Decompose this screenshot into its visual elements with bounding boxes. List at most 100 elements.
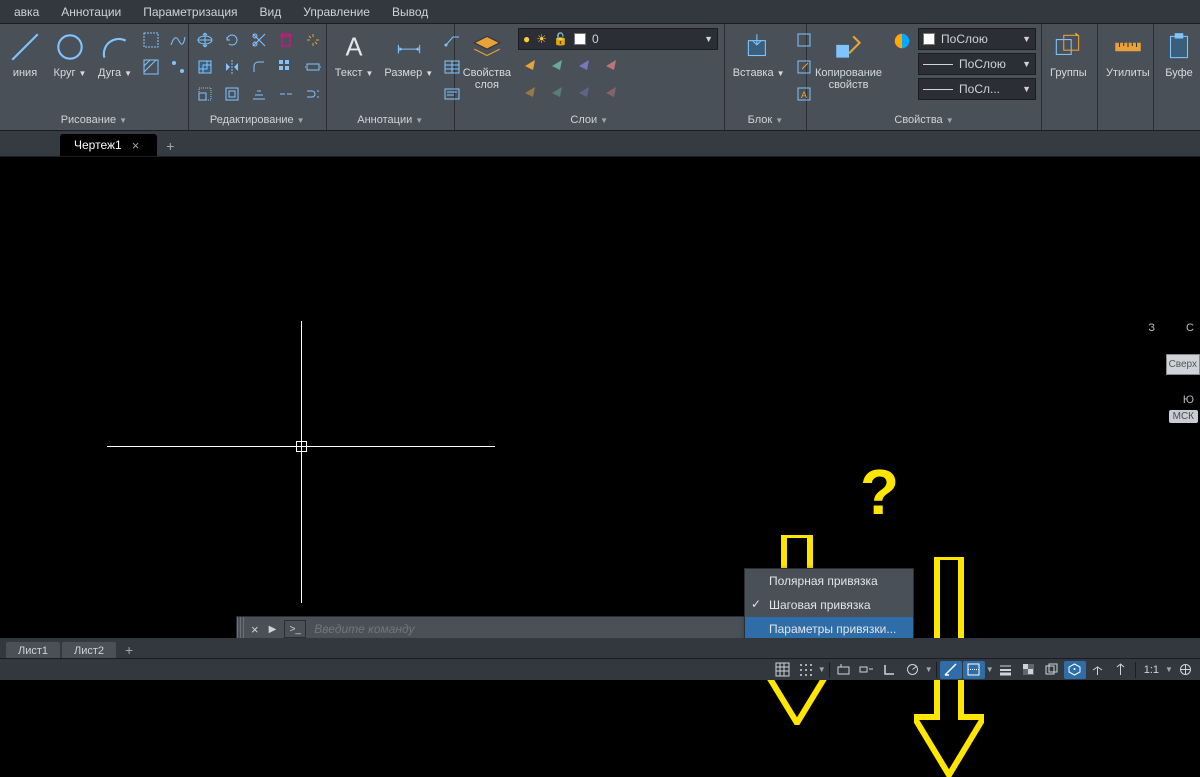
selection-filter-button[interactable] — [1110, 661, 1132, 679]
menu-item[interactable]: Параметризация — [133, 2, 247, 22]
3d-osnap-button[interactable] — [1064, 661, 1086, 679]
lineweight-combo[interactable]: ПоСлою▼ — [918, 53, 1036, 75]
drawing-canvas[interactable]: ? С З Ю Сверх МСК — [0, 157, 1200, 643]
panel-groups: Группы — [1042, 24, 1098, 130]
dropdown-icon[interactable]: ▼ — [818, 661, 826, 679]
dynamic-ucs-button[interactable] — [1087, 661, 1109, 679]
break-icon[interactable] — [274, 82, 298, 106]
circle-button[interactable]: Круг ▼ — [49, 28, 91, 82]
polar-tracking-button[interactable] — [902, 661, 924, 679]
layer-properties-button[interactable]: Свойства слоя — [459, 28, 515, 93]
dropdown-icon[interactable]: ▼ — [925, 661, 933, 679]
close-icon[interactable]: × — [132, 138, 140, 153]
layer-freeze-icon[interactable] — [545, 53, 569, 77]
panel-clipboard: Буфе — [1154, 24, 1200, 130]
layer-off-icon[interactable] — [518, 53, 542, 77]
clipboard-button[interactable]: Буфе — [1158, 28, 1200, 81]
join-icon[interactable] — [301, 82, 325, 106]
explode-icon[interactable] — [301, 28, 325, 52]
ortho-mode-button[interactable] — [879, 661, 901, 679]
polyline-icon[interactable] — [139, 28, 163, 52]
panel-utils: Утилиты — [1098, 24, 1154, 130]
transparency-button[interactable] — [1018, 661, 1040, 679]
array-icon[interactable] — [274, 55, 298, 79]
linetype-combo[interactable]: ПоСл...▼ — [918, 78, 1036, 100]
workspace-switch-button[interactable] — [1174, 661, 1196, 679]
stretch-icon[interactable] — [301, 55, 325, 79]
menu-bar: авка Аннотации Параметризация Вид Управл… — [0, 0, 1200, 24]
viewcube[interactable]: С З Ю Сверх МСК — [1140, 322, 1200, 412]
layer-match-icon[interactable] — [599, 80, 623, 104]
menu-item[interactable]: Вывод — [382, 2, 438, 22]
lineweight-button[interactable] — [995, 661, 1017, 679]
menu-polar-snap[interactable]: Полярная привязка — [745, 569, 913, 593]
menu-item[interactable]: Управление — [293, 2, 380, 22]
isometric-button[interactable] — [940, 661, 962, 679]
layer-on-icon[interactable] — [518, 80, 542, 104]
trim-icon[interactable] — [247, 28, 271, 52]
insert-button[interactable]: Вставка ▼ — [729, 28, 789, 82]
layer-lock-icon[interactable] — [572, 53, 596, 77]
menu-step-snap[interactable]: ✓Шаговая привязка — [745, 593, 913, 617]
svg-text:A: A — [346, 34, 363, 62]
hatch-icon[interactable] — [139, 55, 163, 79]
mirror-icon[interactable] — [220, 55, 244, 79]
arc-button[interactable]: Дуга ▼ — [94, 28, 136, 82]
scale-icon[interactable] — [193, 82, 217, 106]
group-button[interactable]: Группы — [1046, 28, 1091, 81]
panel-draw: иния Круг ▼ Дуга ▼ Рисование▼ — [0, 24, 189, 130]
check-icon: ✓ — [751, 597, 761, 611]
wcs-badge[interactable]: МСК — [1169, 410, 1198, 423]
pickbox — [296, 441, 307, 452]
infer-constraints-button[interactable] — [833, 661, 855, 679]
line-button[interactable]: иния — [4, 28, 46, 81]
prompt-icon: >_ — [284, 620, 306, 638]
fillet-icon[interactable] — [247, 55, 271, 79]
svg-text:A: A — [801, 90, 807, 100]
panel-edit: Редактирование▼ — [189, 24, 327, 130]
menu-item[interactable]: Вид — [250, 2, 292, 22]
grid-display-button[interactable] — [772, 661, 794, 679]
layer-combo[interactable]: ●☀🔓 0 ▼ — [518, 28, 718, 50]
document-tab[interactable]: Чертеж1× — [60, 134, 157, 156]
measure-button[interactable]: Утилиты — [1102, 28, 1154, 81]
dimension-button[interactable]: Размер ▼ — [380, 28, 437, 82]
new-tab-button[interactable]: + — [159, 136, 181, 156]
osnap-tracking-button[interactable] — [963, 661, 985, 679]
color-wheel-icon[interactable] — [889, 28, 915, 54]
rotate-icon[interactable] — [220, 28, 244, 52]
copy-icon[interactable] — [193, 55, 217, 79]
panel-annotation: A Текст ▼ Размер ▼ Аннотации▼ — [327, 24, 455, 130]
layer-thaw-icon[interactable] — [545, 80, 569, 104]
layer-unlock-icon[interactable] — [572, 80, 596, 104]
panel-block: Вставка ▼ A Блок▼ — [725, 24, 807, 130]
snap-mode-button[interactable] — [795, 661, 817, 679]
move-icon[interactable] — [193, 28, 217, 52]
menu-item[interactable]: Аннотации — [51, 2, 131, 22]
crosshair-vertical — [301, 321, 302, 603]
dynamic-input-button[interactable] — [856, 661, 878, 679]
spline-icon[interactable] — [166, 28, 190, 52]
chevron-right-icon[interactable]: ▶ — [265, 624, 281, 635]
add-layout-button[interactable]: + — [118, 640, 140, 660]
point-icon[interactable] — [166, 55, 190, 79]
layer-iso-icon[interactable] — [599, 53, 623, 77]
menu-item[interactable]: авка — [4, 2, 49, 22]
selection-cycling-button[interactable] — [1041, 661, 1063, 679]
annotation-question: ? — [860, 455, 899, 529]
offset-icon[interactable] — [220, 82, 244, 106]
color-combo[interactable]: ПоСлою▼ — [918, 28, 1036, 50]
close-icon[interactable]: × — [245, 622, 265, 637]
erase-icon[interactable] — [274, 28, 298, 52]
dropdown-icon[interactable]: ▼ — [1165, 661, 1173, 679]
align-icon[interactable] — [247, 82, 271, 106]
ribbon: иния Круг ▼ Дуга ▼ Рисование▼ — [0, 24, 1200, 131]
dropdown-icon[interactable]: ▼ — [986, 661, 994, 679]
matchprops-button[interactable]: Копирование свойств — [811, 28, 886, 93]
annotation-scale-button[interactable]: 1:1 — [1139, 661, 1164, 679]
text-button[interactable]: A Текст ▼ — [331, 28, 378, 82]
snap-context-menu: Полярная привязка ✓Шаговая привязка Пара… — [744, 568, 914, 642]
panel-layers: Свойства слоя ●☀🔓 0 ▼ — [455, 24, 725, 130]
panel-properties: Копирование свойств ПоСлою▼ ПоСлою▼ ПоСл… — [807, 24, 1042, 130]
layout-tabs: Лист1 Лист2 + — [0, 638, 1200, 660]
